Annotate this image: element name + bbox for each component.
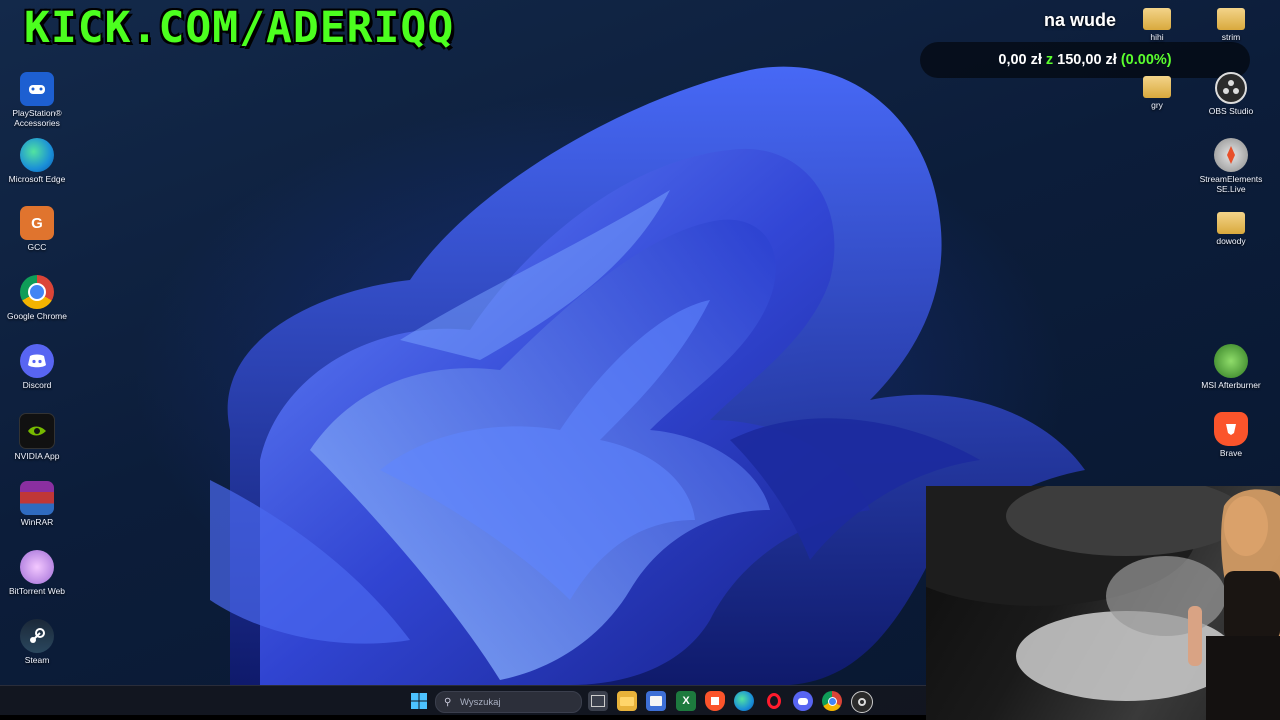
search-icon: ⚲ xyxy=(444,696,452,708)
desktop-icon-label: PlayStation® Accessories xyxy=(12,108,62,128)
steam-icon xyxy=(20,619,54,653)
obs-icon xyxy=(858,698,866,706)
folder-icon xyxy=(1143,76,1171,98)
desktop-icon-label: gry xyxy=(1151,100,1163,110)
taskbar-search[interactable]: ⚲ xyxy=(435,691,582,713)
desktop-icon-label: NVIDIA App xyxy=(14,451,60,461)
desktop-icon-brave[interactable]: Brave xyxy=(1195,412,1267,458)
folder-icon xyxy=(1217,212,1245,234)
obs-icon xyxy=(1215,72,1247,104)
kick-channel-banner: KICK.COM/ADERIQQ xyxy=(24,3,455,53)
chrome-icon xyxy=(20,275,54,309)
desktop-icon-label: Brave xyxy=(1219,448,1243,458)
desktop-icon-label: BitTorrent Web xyxy=(8,586,66,596)
chrome-icon xyxy=(827,696,837,706)
taskbar-discord-button[interactable] xyxy=(793,691,813,711)
taskbar-opera-button[interactable] xyxy=(764,691,784,711)
excel-button[interactable]: X xyxy=(676,691,696,711)
excel-icon: X xyxy=(682,695,690,707)
goal-separator: z xyxy=(1045,52,1054,68)
desktop-icon-obs-studio[interactable]: OBS Studio xyxy=(1195,72,1267,116)
taskbar-chrome-button[interactable] xyxy=(822,691,842,711)
file-explorer-button[interactable] xyxy=(617,691,637,711)
desktop-icon-label: Microsoft Edge xyxy=(8,174,66,184)
goal-current-amount: 0,00 zł xyxy=(998,52,1042,68)
desktop-icon-label: Steam xyxy=(24,655,50,665)
desktop-icon-hihi[interactable]: hihi xyxy=(1121,4,1193,42)
desktop-icon-label: Discord xyxy=(22,380,52,390)
gcc-icon: G xyxy=(20,206,54,240)
desktop-icon-playstation-accessories[interactable]: PlayStation® Accessories xyxy=(1,72,73,128)
folder-icon xyxy=(1143,8,1171,30)
taskbar: ⚲ X xyxy=(0,685,926,716)
taskbar-edge-button[interactable] xyxy=(734,691,754,711)
goal-percent: (0.00%) xyxy=(1120,52,1172,68)
desktop-icon-label: GCC xyxy=(27,242,47,252)
desktop-icon-label: StreamElements SE.Live xyxy=(1199,174,1263,194)
store-button[interactable] xyxy=(646,691,666,711)
desktop-icon-discord[interactable]: Discord xyxy=(1,344,73,390)
start-button[interactable] xyxy=(409,691,429,711)
discord-icon xyxy=(798,697,808,705)
folder-icon xyxy=(1217,8,1245,30)
msi-afterburner-icon xyxy=(1214,344,1248,378)
desktop-icon-winrar[interactable]: WinRAR xyxy=(1,481,73,527)
desktop-icon-steam[interactable]: Steam xyxy=(1,619,73,665)
desktop-icon-msi-afterburner[interactable]: MSI Afterburner xyxy=(1195,344,1267,390)
desktop-icon-nvidia-app[interactable]: NVIDIA App xyxy=(1,413,73,461)
task-view-button[interactable] xyxy=(588,691,608,711)
webcam-overlay xyxy=(926,486,1280,720)
desktop-icon-dowody[interactable]: dowody xyxy=(1195,208,1267,246)
desktop-icon-gcc[interactable]: G GCC xyxy=(1,206,73,252)
brave-icon xyxy=(1214,412,1248,446)
desktop-icon-bittorrent-web[interactable]: BitTorrent Web xyxy=(1,550,73,596)
start-icon xyxy=(411,693,427,709)
goal-target-amount: 150,00 zł xyxy=(1057,52,1117,68)
desktop-icon-label: strim xyxy=(1221,32,1241,42)
desktop-icon-label: dowody xyxy=(1216,236,1246,246)
file-explorer-icon xyxy=(620,696,634,706)
winrar-icon xyxy=(20,481,54,515)
desktop-icon-google-chrome[interactable]: Google Chrome xyxy=(1,275,73,321)
desktop-icon-label: WinRAR xyxy=(20,517,54,527)
desktop-icon-microsoft-edge[interactable]: Microsoft Edge xyxy=(1,138,73,184)
desktop-icon-gry[interactable]: gry xyxy=(1121,72,1193,110)
desktop-icon-strim[interactable]: strim xyxy=(1195,4,1267,42)
opera-icon xyxy=(767,693,781,709)
desktop-icon-streamelements[interactable]: StreamElements SE.Live xyxy=(1195,138,1267,194)
bottom-bar xyxy=(0,715,926,720)
brave-icon xyxy=(711,697,719,705)
desktop-icon-label: OBS Studio xyxy=(1208,106,1254,116)
edge-icon xyxy=(20,138,54,172)
streamelements-icon xyxy=(1214,138,1248,172)
bittorrent-icon xyxy=(20,550,54,584)
store-icon xyxy=(650,696,662,706)
search-input[interactable] xyxy=(458,695,572,709)
playstation-icon xyxy=(20,72,54,106)
webcam-feed-image xyxy=(926,486,1280,720)
taskbar-obs-button[interactable] xyxy=(851,691,873,713)
desktop-icon-label: Google Chrome xyxy=(6,311,67,321)
desktop-icon-label: MSI Afterburner xyxy=(1201,380,1261,390)
nvidia-icon xyxy=(19,413,55,449)
desktop-icon-label: hihi xyxy=(1150,32,1164,42)
taskbar-brave-button[interactable] xyxy=(705,691,725,711)
task-view-icon xyxy=(591,695,605,707)
discord-icon xyxy=(20,344,54,378)
